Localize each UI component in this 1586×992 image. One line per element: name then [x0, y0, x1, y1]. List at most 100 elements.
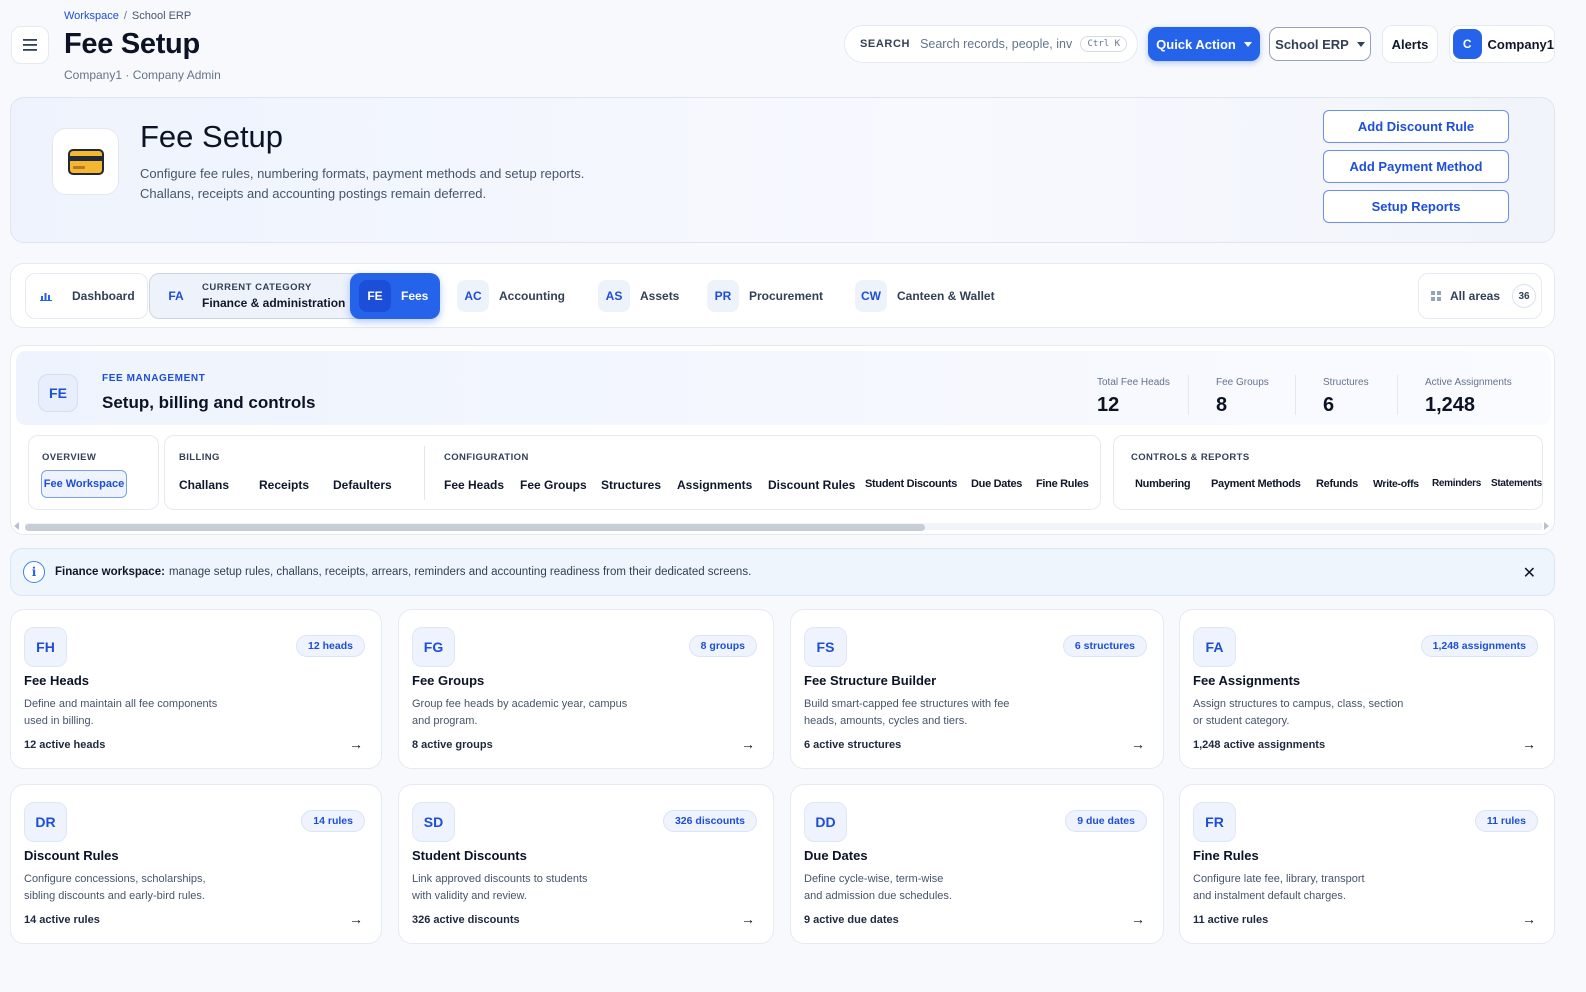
- nav-link-structures[interactable]: Structures: [601, 478, 661, 492]
- arrow-right-icon[interactable]: →: [741, 736, 755, 752]
- card-fee-structure-builder[interactable]: FS 6 structures Fee Structure Builder Bu…: [790, 609, 1164, 769]
- stat-total-fee-heads: Total Fee Heads 12: [1097, 377, 1170, 417]
- nav-link-refunds[interactable]: Refunds: [1316, 478, 1358, 490]
- alerts-button[interactable]: Alerts: [1382, 25, 1438, 63]
- stat-fee-groups: Fee Groups 8: [1216, 377, 1269, 417]
- scrollbar-thumb[interactable]: [25, 524, 925, 531]
- scroll-left-arrow[interactable]: [14, 522, 19, 530]
- menu-button[interactable]: [11, 26, 49, 64]
- card-fine-rules[interactable]: FR 11 rules Fine Rules Configure late fe…: [1179, 784, 1555, 944]
- category-dashboard[interactable]: Dashboard: [25, 273, 148, 319]
- quick-action-button[interactable]: Quick Action: [1148, 27, 1260, 61]
- stat-active-assignments: Active Assignments 1,248: [1425, 377, 1512, 417]
- category-dashboard-label: Dashboard: [72, 289, 135, 303]
- card-title: Fee Groups: [412, 673, 485, 688]
- tab-assets[interactable]: AS Assets: [598, 273, 679, 319]
- card-footer: 326 active discounts: [412, 914, 520, 926]
- nav-link-defaulters[interactable]: Defaulters: [333, 478, 392, 492]
- arrow-right-icon[interactable]: →: [349, 911, 363, 927]
- card-due-dates[interactable]: DD 9 due dates Due Dates Define cycle-wi…: [790, 784, 1164, 944]
- card-desc-line: Link approved discounts to students: [412, 873, 588, 885]
- card-fee-assignments[interactable]: FA 1,248 assignments Fee Assignments Ass…: [1179, 609, 1555, 769]
- card-description: Configure concessions, scholarships, sibl…: [24, 871, 264, 904]
- card-discount-rules[interactable]: DR 14 rules Discount Rules Configure con…: [10, 784, 382, 944]
- add-payment-method-button[interactable]: Add Payment Method: [1323, 150, 1509, 183]
- card-count-badge: 11 rules: [1474, 810, 1538, 832]
- avatar: C: [1453, 29, 1482, 59]
- card-code: FS: [804, 627, 847, 667]
- card-code: FG: [412, 627, 455, 667]
- card-description: Define cycle-wise, term-wise and admissio…: [804, 871, 1044, 904]
- stat-value: 12: [1097, 394, 1120, 416]
- tab-accounting-label: Accounting: [499, 289, 565, 303]
- nav-link-receipts[interactable]: Receipts: [259, 478, 309, 492]
- card-code: DD: [804, 802, 847, 842]
- nav-group-header: OVERVIEW: [42, 452, 97, 463]
- global-search[interactable]: SEARCH Search records, people, invc Ctrl…: [844, 25, 1138, 63]
- bar-chart-icon: [30, 280, 62, 312]
- stat-value: 6: [1323, 394, 1335, 416]
- hero-description: Configure fee rules, numbering formats, …: [140, 164, 584, 204]
- hero-desc-line-1: Configure fee rules, numbering formats, …: [140, 166, 585, 181]
- nav-link-due-dates[interactable]: Due Dates: [971, 478, 1022, 490]
- setup-reports-button[interactable]: Setup Reports: [1323, 190, 1509, 223]
- nav-link-payment-methods[interactable]: Payment Methods: [1211, 478, 1301, 490]
- arrow-right-icon[interactable]: →: [1131, 736, 1145, 752]
- breadcrumb-workspace[interactable]: Workspace: [64, 10, 119, 22]
- current-category-caption: CURRENT CATEGORY: [202, 282, 312, 293]
- arrow-right-icon[interactable]: →: [1522, 911, 1536, 927]
- nav-link-student-discounts[interactable]: Student Discounts: [865, 478, 957, 490]
- card-fee-heads[interactable]: FH 12 heads Fee Heads Define and maintai…: [10, 609, 382, 769]
- arrow-right-icon[interactable]: →: [349, 736, 363, 752]
- card-student-discounts[interactable]: SD 326 discounts Student Discounts Link …: [398, 784, 774, 944]
- card-footer: 11 active rules: [1193, 914, 1269, 926]
- arrow-right-icon[interactable]: →: [741, 911, 755, 927]
- search-input[interactable]: Search records, people, invc: [920, 37, 1072, 51]
- card-fee-groups[interactable]: FG 8 groups Fee Groups Group fee heads b…: [398, 609, 774, 769]
- current-category[interactable]: FA CURRENT CATEGORY Finance & administra…: [149, 273, 366, 319]
- close-icon[interactable]: ✕: [1523, 563, 1536, 583]
- card-description: Configure late fee, library, transport an…: [1193, 871, 1433, 904]
- nav-link-write-offs[interactable]: Write-offs: [1373, 478, 1419, 490]
- stat-value: 1,248: [1425, 394, 1476, 416]
- card-code: FR: [1193, 802, 1236, 842]
- card-title: Fine Rules: [1193, 848, 1259, 863]
- tab-accounting[interactable]: AC Accounting: [457, 273, 565, 319]
- nav-link-fine-rules[interactable]: Fine Rules: [1036, 478, 1089, 490]
- nav-link-reminders[interactable]: Reminders: [1432, 478, 1481, 489]
- card-code: DR: [24, 802, 67, 842]
- module-select[interactable]: School ERP: [1269, 27, 1371, 61]
- nav-link-numbering[interactable]: Numbering: [1135, 478, 1191, 490]
- nav-link-challans[interactable]: Challans: [179, 478, 229, 492]
- quick-action-label: Quick Action: [1156, 36, 1236, 52]
- nav-link-statements[interactable]: Statements: [1491, 478, 1542, 489]
- fee-workspace-button[interactable]: Fee Workspace: [41, 470, 127, 498]
- card-title: Fee Heads: [24, 673, 90, 688]
- stat-label: Total Fee Heads: [1097, 377, 1170, 388]
- card-footer: 1,248 active assignments: [1193, 739, 1326, 751]
- card-title: Fee Assignments: [1193, 673, 1301, 688]
- scroll-right-arrow[interactable]: [1544, 522, 1549, 530]
- all-areas-button[interactable]: All areas 36: [1418, 273, 1542, 319]
- tab-canteen-wallet[interactable]: CW Canteen & Wallet: [855, 273, 995, 319]
- arrow-right-icon[interactable]: →: [1522, 736, 1536, 752]
- nav-link-discount-rules[interactable]: Discount Rules: [768, 478, 855, 492]
- nav-link-fee-groups[interactable]: Fee Groups: [520, 478, 587, 492]
- page-subtitle: Company1 · Company Admin: [64, 68, 221, 82]
- card-title: Due Dates: [804, 848, 868, 863]
- stat-value: 8: [1216, 394, 1228, 416]
- stat-structures: Structures 6: [1323, 377, 1369, 417]
- nav-link-assignments[interactable]: Assignments: [677, 478, 752, 492]
- card-desc-line: sibling discounts and early-bird rules.: [24, 889, 205, 902]
- stat-label: Active Assignments: [1425, 377, 1512, 388]
- nav-link-fee-heads[interactable]: Fee Heads: [444, 478, 504, 492]
- tab-procurement[interactable]: PR Procurement: [707, 273, 823, 319]
- info-banner: i Finance workspace: manage setup rules,…: [10, 548, 1555, 596]
- arrow-right-icon[interactable]: →: [1131, 911, 1145, 927]
- add-discount-rule-button[interactable]: Add Discount Rule: [1323, 110, 1509, 143]
- grid-icon: [1431, 290, 1441, 301]
- account-menu[interactable]: C Company1: [1449, 25, 1555, 63]
- card-count-badge: 9 due dates: [1065, 810, 1147, 832]
- all-areas-count: 36: [1512, 284, 1537, 308]
- tab-fees[interactable]: FE Fees: [350, 273, 440, 319]
